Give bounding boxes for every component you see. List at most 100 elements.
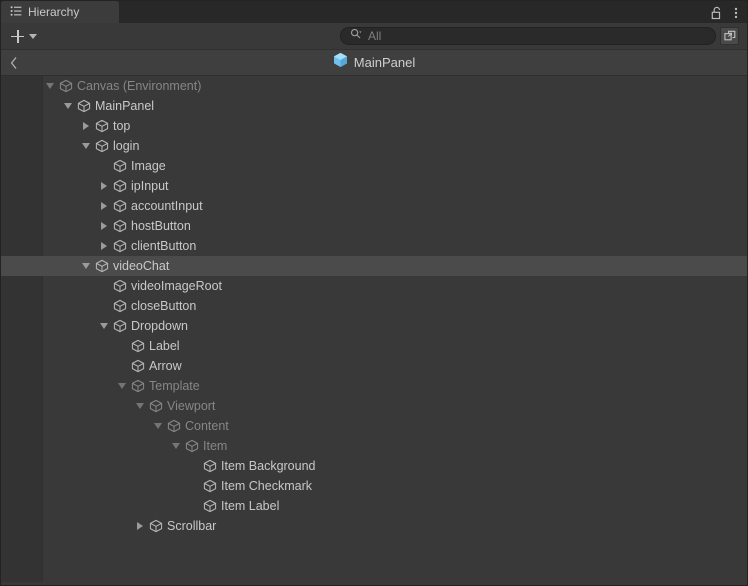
tree-row[interactable]: Item Checkmark (1, 476, 747, 496)
gameobject-cube-icon (201, 499, 218, 513)
foldout-expanded-icon[interactable] (133, 396, 147, 416)
breadcrumb: MainPanel (1, 49, 747, 76)
hierarchy-toolbar: All (1, 23, 747, 49)
tree-row-label: Item Background (221, 459, 316, 473)
search-input[interactable]: All (340, 27, 716, 45)
tree-row[interactable]: ipInput (1, 176, 747, 196)
gameobject-cube-icon (147, 399, 164, 413)
foldout-spacer (187, 496, 201, 516)
tree-row[interactable]: videoImageRoot (1, 276, 747, 296)
gameobject-cube-icon (111, 159, 128, 173)
tree-row[interactable]: videoChat (1, 256, 747, 276)
foldout-spacer (187, 476, 201, 496)
gameobject-cube-icon (93, 139, 110, 153)
foldout-expanded-icon[interactable] (169, 436, 183, 456)
tree-row[interactable]: Dropdown (1, 316, 747, 336)
tab-hierarchy[interactable]: Hierarchy (1, 1, 119, 23)
tree-row[interactable]: Canvas (Environment) (1, 76, 747, 96)
search-area: All (340, 27, 739, 45)
gameobject-cube-icon (201, 479, 218, 493)
foldout-collapsed-icon[interactable] (97, 216, 111, 236)
gameobject-cube-icon (111, 179, 128, 193)
foldout-expanded-icon[interactable] (115, 376, 129, 396)
foldout-collapsed-icon[interactable] (97, 176, 111, 196)
gameobject-cube-icon (111, 299, 128, 313)
foldout-expanded-icon[interactable] (97, 316, 111, 336)
foldout-expanded-icon[interactable] (79, 256, 93, 276)
gameobject-cube-icon (93, 119, 110, 133)
tree-row-label: Scrollbar (167, 519, 217, 533)
tree-row-list: Canvas (Environment) MainPanel top login Ima… (1, 76, 747, 536)
gameobject-cube-icon (111, 319, 128, 333)
tree-row[interactable]: Image (1, 156, 747, 176)
tree-row-label: Template (149, 379, 200, 393)
tree-row[interactable]: accountInput (1, 196, 747, 216)
tree-row-label: Item Checkmark (221, 479, 312, 493)
hierarchy-list-icon (10, 5, 22, 20)
tree-row-label: hostButton (131, 219, 191, 233)
gameobject-cube-icon (57, 79, 74, 93)
lock-open-icon[interactable] (711, 6, 723, 20)
tree-row[interactable]: Arrow (1, 356, 747, 376)
kebab-menu-icon[interactable] (734, 6, 738, 20)
tree-row[interactable]: top (1, 116, 747, 136)
tree-row[interactable]: Item Background (1, 456, 747, 476)
chevron-down-icon (29, 33, 37, 39)
tree-row[interactable]: Item (1, 436, 747, 456)
tree-row-label: login (113, 139, 140, 153)
foldout-expanded-icon[interactable] (43, 76, 57, 96)
foldout-expanded-icon[interactable] (61, 96, 75, 116)
tree-row[interactable]: hostButton (1, 216, 747, 236)
hierarchy-window: Hierarchy All MainPanel Canvas (Environm… (0, 0, 748, 586)
tree-row-label: ipInput (131, 179, 169, 193)
foldout-spacer (97, 296, 111, 316)
create-button[interactable] (7, 27, 41, 45)
gameobject-cube-icon (75, 99, 92, 113)
tree-row[interactable]: Viewport (1, 396, 747, 416)
tree-row[interactable]: Template (1, 376, 747, 396)
save-search-icon[interactable] (720, 27, 739, 45)
breadcrumb-label: MainPanel (353, 55, 416, 70)
tab-label: Hierarchy (28, 5, 80, 19)
foldout-expanded-icon[interactable] (79, 136, 93, 156)
foldout-spacer (187, 456, 201, 476)
tree-row-label: Viewport (167, 399, 216, 413)
foldout-collapsed-icon[interactable] (97, 236, 111, 256)
tree-row-label: Image (131, 159, 166, 173)
breadcrumb-current[interactable]: MainPanel (333, 52, 415, 73)
tree-row-label: Item Label (221, 499, 280, 513)
tree-row[interactable]: Content (1, 416, 747, 436)
tree-row-label: Content (185, 419, 229, 433)
gameobject-cube-icon (165, 419, 182, 433)
tree-row-label: closeButton (131, 299, 197, 313)
tab-bar-actions (711, 6, 747, 23)
hierarchy-tree[interactable]: Canvas (Environment) MainPanel top login Ima… (1, 76, 747, 582)
tree-row[interactable]: clientButton (1, 236, 747, 256)
foldout-collapsed-icon[interactable] (79, 116, 93, 136)
foldout-spacer (115, 336, 129, 356)
foldout-spacer (115, 356, 129, 376)
gameobject-cube-icon (111, 219, 128, 233)
tree-row-label: top (113, 119, 131, 133)
foldout-collapsed-icon[interactable] (133, 516, 147, 536)
tree-row-label: Item (203, 439, 228, 453)
tree-row[interactable]: Label (1, 336, 747, 356)
tree-row[interactable]: Scrollbar (1, 516, 747, 536)
tree-row-label: Label (149, 339, 180, 353)
tree-row-label: videoChat (113, 259, 170, 273)
chevron-left-icon[interactable] (10, 56, 18, 70)
tree-row-label: Dropdown (131, 319, 188, 333)
tree-row-label: videoImageRoot (131, 279, 223, 293)
foldout-expanded-icon[interactable] (151, 416, 165, 436)
tree-row[interactable]: Item Label (1, 496, 747, 516)
gameobject-cube-icon (111, 239, 128, 253)
tree-row[interactable]: closeButton (1, 296, 747, 316)
tree-row[interactable]: login (1, 136, 747, 156)
foldout-collapsed-icon[interactable] (97, 196, 111, 216)
tree-row-label: Arrow (149, 359, 182, 373)
gameobject-cube-icon (129, 379, 146, 393)
tree-row-label: Canvas (Environment) (77, 79, 202, 93)
foldout-spacer (97, 156, 111, 176)
gameobject-cube-icon (183, 439, 200, 453)
tree-row[interactable]: MainPanel (1, 96, 747, 116)
